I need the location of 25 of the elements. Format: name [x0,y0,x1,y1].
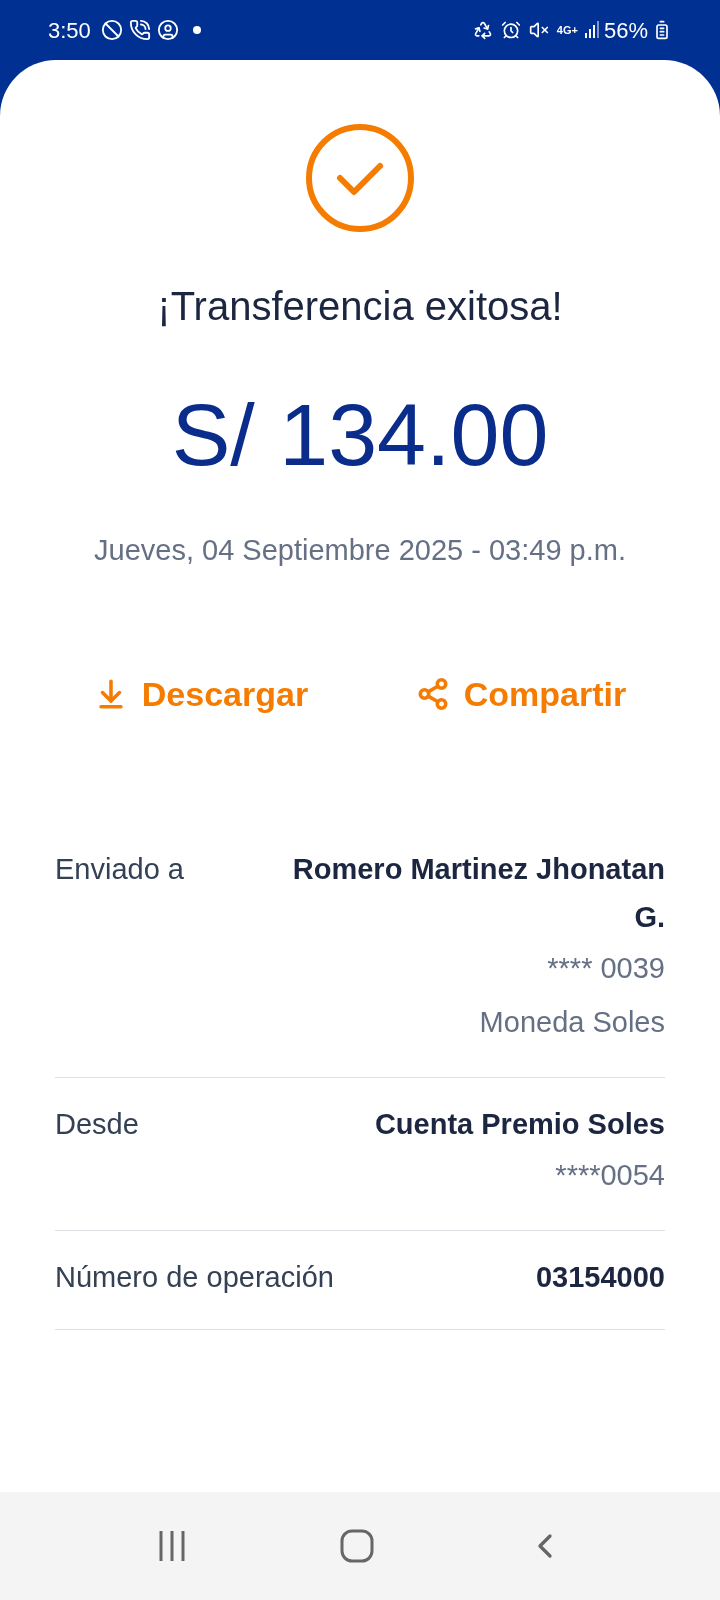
home-icon[interactable] [339,1528,375,1564]
detail-value: Romero Martinez Jhonatan G. [291,851,665,935]
detail-label: Enviado a [55,851,184,887]
battery-level: 56% [603,16,648,45]
network-type: 4G+ [556,22,578,38]
blocked-icon [100,19,123,41]
user-icon [156,19,179,41]
detail-value: 03154000 [535,1259,665,1295]
download-button[interactable]: Descargar [93,668,309,720]
status-time: 3:50 [48,16,91,45]
detail-label: Número de operación [55,1259,334,1295]
detail-value: Cuenta Premio Soles [374,1106,665,1142]
mute-icon [528,20,549,40]
success-title: ¡Transferencia exitosa! [157,283,563,330]
signal-icon [583,21,600,39]
share-button[interactable]: Compartir [415,668,627,720]
transfer-datetime: Jueves, 04 Septiembre 2025 - 03:49 p.m. [94,533,626,568]
detail-value: **** 0039 [547,950,665,986]
phone-icon [128,19,151,41]
amount: S/ 134.00 [171,391,549,479]
detail-label: Desde [55,1106,139,1142]
detail-value: Moneda Soles [479,1004,665,1040]
alarm-icon [500,20,521,40]
success-check-icon [304,122,416,234]
detail-value: ****0054 [555,1157,665,1193]
